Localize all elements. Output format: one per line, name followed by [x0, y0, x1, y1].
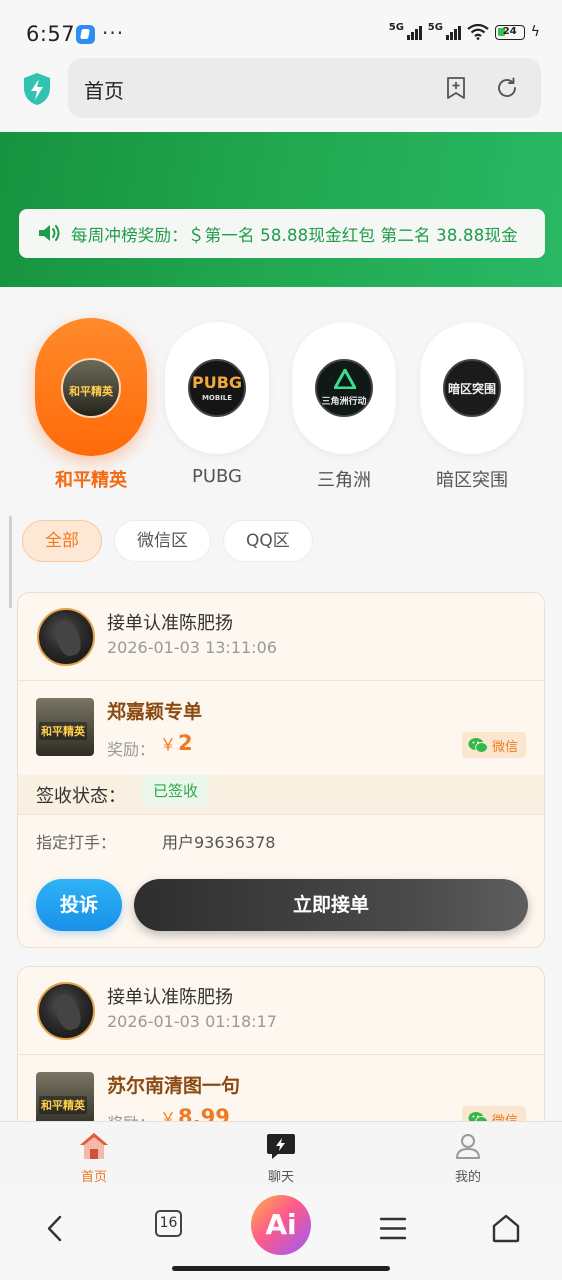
game-label: 和平精英 [55, 470, 127, 491]
reward-label: 奖励： [107, 740, 156, 759]
refresh-icon[interactable] [495, 76, 519, 100]
anqu-logo: 暗区突围 [443, 359, 501, 417]
heping-logo: 和平精英 [61, 358, 121, 418]
tab-chat[interactable]: 聊天 [231, 1130, 331, 1185]
order-card[interactable]: 接单认准陈肥扬 2026-01-03 01:18:17 和平精英 苏尔南清图一句… [17, 966, 545, 1146]
sign-status-badge: 已签收 [142, 775, 210, 807]
game-label: 三角洲 [317, 470, 371, 491]
wechat-icon [468, 737, 488, 753]
filter-all[interactable]: 全部 [22, 520, 102, 562]
house-icon [80, 1133, 108, 1159]
charging-icon: ϟ [530, 24, 540, 40]
order-game-thumbnail: 和平精英 [36, 698, 94, 756]
complain-button[interactable]: 投诉 [36, 879, 122, 931]
shield-icon[interactable] [22, 72, 52, 106]
status-indicators: 5G 5G 24 ϟ [389, 22, 540, 40]
tab-mine[interactable]: 我的 [418, 1130, 518, 1185]
battery-icon: 24 [494, 24, 525, 40]
reward-value: ￥2 [160, 731, 193, 755]
card-header: 接单认准陈肥扬 2026-01-03 13:11:06 [18, 593, 544, 681]
game-heping[interactable]: 和平精英 和平精英 [35, 318, 147, 491]
assign-value: 用户93636378 [162, 833, 276, 852]
wifi-icon [467, 24, 489, 40]
add-bookmark-icon[interactable] [444, 76, 468, 100]
speaker-icon [39, 225, 60, 241]
delta-triangle-icon [334, 369, 356, 389]
browser-address-bar: 首页 [0, 58, 562, 132]
status-bar: 6:57 ··· 5G 5G 24 ϟ [0, 0, 562, 58]
pubg-logo: PUBG MOBILE [188, 359, 246, 417]
notification-app-icon [76, 25, 95, 44]
order-title: 郑嘉颖专单 [107, 701, 203, 723]
signal-icon: 5G [389, 22, 422, 40]
order-card[interactable]: 接单认准陈肥扬 2026-01-03 13:11:06 和平精英 郑嘉颖专单 奖… [17, 592, 545, 948]
more-notifications-icon: ··· [102, 21, 125, 45]
game-delta[interactable]: 三角洲行动 三角洲 [292, 318, 396, 491]
back-icon[interactable] [36, 1209, 76, 1249]
notice-bar[interactable]: 每周冲榜奖励：＄第一名 58.88现金红包 第二名 38.88现金 [19, 209, 545, 258]
publisher-name: 接单认准陈肥扬 [107, 987, 233, 1008]
tab-home[interactable]: 首页 [44, 1130, 144, 1185]
publisher-name: 接单认准陈肥扬 [107, 613, 233, 634]
assign-label: 指定打手： [36, 833, 117, 852]
home-indicator[interactable] [172, 1266, 390, 1271]
accept-order-button[interactable]: 立即接单 [134, 879, 528, 931]
game-anqu[interactable]: 暗区突围 暗区突围 [420, 318, 524, 491]
filter-qq[interactable]: QQ区 [223, 520, 313, 562]
game-label: PUBG [191, 466, 242, 487]
home-icon[interactable] [486, 1209, 526, 1249]
sign-status-row: 签收状态： 已签收 [18, 775, 544, 815]
chat-icon [267, 1134, 295, 1159]
avatar[interactable] [37, 982, 95, 1040]
filter-wechat[interactable]: 微信区 [114, 520, 211, 562]
bottom-tab-bar: 首页 聊天 我的 [0, 1121, 562, 1191]
order-title: 苏尔南清图一句 [107, 1075, 241, 1097]
avatar[interactable] [37, 608, 95, 666]
tabs-count-button[interactable]: 16 [155, 1210, 182, 1237]
user-icon [456, 1134, 480, 1159]
notice-text: 每周冲榜奖励：＄第一名 58.88现金红包 第二名 38.88现金 [71, 226, 518, 245]
filter-chips: 全部 微信区 QQ区 [22, 520, 313, 562]
signal-icon-2: 5G [428, 22, 461, 40]
post-time: 2026-01-03 13:11:06 [107, 638, 277, 657]
ai-assistant-button[interactable]: Ai [251, 1195, 311, 1255]
menu-icon[interactable] [373, 1209, 413, 1249]
game-pubg[interactable]: PUBG MOBILE PUBG [165, 318, 269, 490]
channel-badge: 微信 [461, 732, 526, 758]
sign-label: 签收状态： [36, 786, 126, 807]
status-time: 6:57 [26, 22, 76, 46]
scroll-indicator [9, 516, 12, 608]
url-field[interactable]: 首页 [68, 58, 541, 118]
hero-banner: 每周冲榜奖励：＄第一名 58.88现金红包 第二名 38.88现金 [0, 132, 562, 287]
delta-logo: 三角洲行动 [315, 359, 373, 417]
game-label: 暗区突围 [436, 470, 508, 491]
game-selector: 和平精英 和平精英 PUBG MOBILE PUBG 三角洲行动 三角洲 暗区突… [0, 318, 562, 493]
url-text: 首页 [84, 79, 124, 103]
post-time: 2026-01-03 01:18:17 [107, 1012, 277, 1031]
card-header: 接单认准陈肥扬 2026-01-03 01:18:17 [18, 967, 544, 1055]
